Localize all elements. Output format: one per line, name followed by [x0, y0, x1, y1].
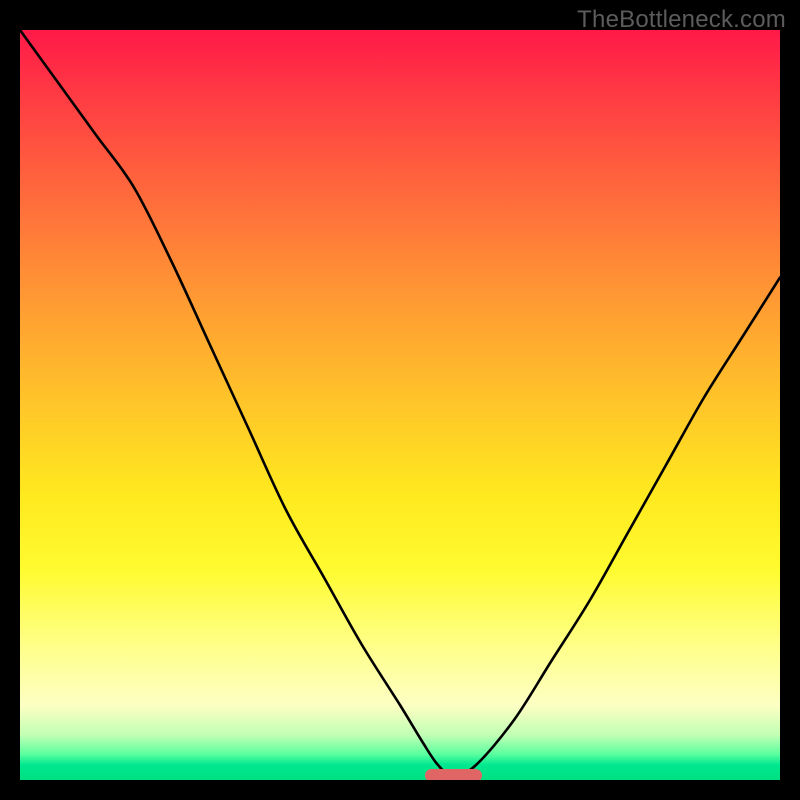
chart-frame: TheBottleneck.com	[0, 0, 800, 800]
bottleneck-curve-path	[20, 30, 780, 776]
optimal-marker	[425, 769, 482, 780]
bottleneck-curve	[20, 30, 780, 780]
watermark-text: TheBottleneck.com	[577, 6, 786, 34]
plot-area	[20, 30, 780, 780]
